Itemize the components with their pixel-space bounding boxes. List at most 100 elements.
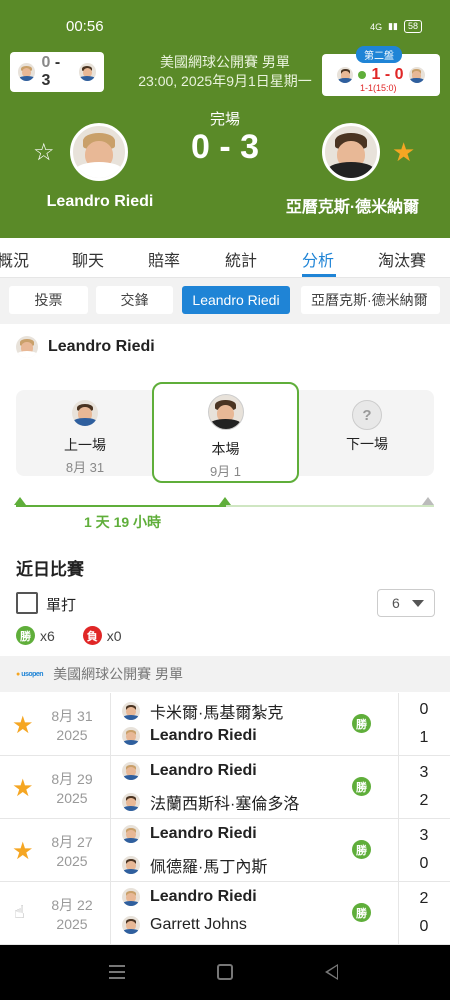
opponent-avatar	[72, 400, 98, 426]
focus-player-name: Leandro Riedi	[48, 338, 155, 355]
timeline-prev[interactable]: 上一場 8月 31	[40, 400, 130, 476]
timeline-marker-icon	[422, 497, 434, 505]
system-nav-bar	[0, 945, 450, 1000]
win-badge-icon: 勝	[352, 903, 371, 922]
tab-stats[interactable]: 統計	[225, 247, 257, 271]
timeline-prev-date: 8月 31	[65, 460, 105, 475]
match-player-2: 法蘭西斯科·塞倫多洛	[122, 790, 299, 814]
active-tab-indicator	[302, 274, 336, 277]
timeline-prev-label: 上一場	[64, 437, 106, 453]
timeline-current-label: 本場	[211, 441, 240, 457]
signal-bars-icon: ▮▮	[388, 21, 398, 31]
match-row[interactable]: ★ 8月 27 2025 Leandro Riedi 佩德羅·馬丁內斯 勝 3 …	[0, 819, 450, 882]
set-badge: 第二盤	[356, 46, 402, 63]
singles-label[interactable]: 單打	[46, 594, 76, 615]
timeline-marker-icon	[219, 497, 231, 505]
match-player-2: Leandro Riedi	[122, 727, 257, 745]
tab-analysis[interactable]: 分析	[302, 247, 334, 271]
match-score-2: 0	[419, 918, 429, 935]
match-score-1: 3	[419, 764, 429, 781]
loss-badge-icon: 負	[82, 626, 102, 645]
timeline-marker-icon	[14, 497, 26, 505]
game-score: 1-1(15:0)	[360, 83, 397, 93]
match-score-1: 2	[419, 890, 429, 907]
loss-count: x0	[106, 627, 122, 644]
win-badge-icon: 勝	[16, 626, 35, 645]
match-player-1: 卡米爾·馬基爾紮克	[122, 699, 283, 723]
timeline-track-elapsed	[16, 505, 226, 507]
match-date: 8月 27 2025	[51, 834, 93, 869]
focus-player-header: Leandro Riedi	[16, 336, 155, 358]
league-header[interactable]: ● usopen 美國網球公開賽 男單	[0, 656, 450, 692]
chevron-down-icon	[412, 599, 424, 607]
match-date: 8月 22 2025	[51, 897, 93, 932]
home-icon[interactable]	[217, 964, 233, 980]
player-avatar	[408, 67, 425, 83]
match-player-2: Garrett Johns	[122, 916, 247, 934]
tab-overview[interactable]: 概況	[0, 247, 29, 271]
subtab-vote[interactable]: 投票	[9, 286, 88, 314]
win-loss-summary: 勝 x6 負 x0	[16, 626, 122, 645]
match-player-1: Leandro Riedi	[122, 888, 257, 906]
live-set-card[interactable]: 第二盤 1 - 0 1-1(15:0)	[322, 46, 440, 96]
league-name: 美國網球公開賽 男單	[53, 666, 183, 682]
subtab-away-player[interactable]: 亞曆克斯·德米納爾	[301, 286, 440, 314]
tournament-info: 美國網球公開賽 男單 23:00, 2025年9月1日星期一	[120, 53, 330, 91]
back-icon[interactable]	[325, 964, 338, 980]
timeline-current-date: 9月 1	[209, 464, 242, 479]
away-player-name[interactable]: 亞曆克斯·德米納爾	[270, 193, 435, 217]
tab-odds[interactable]: 賠率	[148, 247, 180, 271]
timeline-current[interactable]: 本場 9月 1	[152, 382, 299, 483]
win-badge-icon: 勝	[352, 714, 371, 733]
match-score-2: 0	[419, 855, 429, 872]
battery-icon: 58	[403, 20, 422, 33]
player-avatar	[18, 63, 36, 81]
timeline-next-label: 下一場	[346, 436, 388, 452]
menu-icon[interactable]	[109, 965, 125, 979]
singles-checkbox[interactable]	[16, 592, 38, 614]
timeline-next[interactable]: ? 下一場	[322, 400, 412, 454]
status-icons: 4G ▮▮ 58	[370, 20, 422, 33]
hand-icon: ☝	[14, 902, 25, 922]
star-outline-icon[interactable]: ☆	[33, 138, 55, 167]
away-player-avatar[interactable]	[322, 123, 380, 181]
serve-indicator-icon	[358, 71, 367, 79]
status-time: 00:56	[66, 18, 104, 35]
set-score: 1 - 0	[371, 66, 404, 83]
match-row[interactable]: ☝ 8月 22 2025 Leandro Riedi Garrett Johns…	[0, 882, 450, 945]
player-avatar	[122, 702, 140, 720]
player-avatar	[122, 825, 140, 843]
match-date: 8月 29 2025	[51, 771, 93, 806]
win-badge-icon: 勝	[352, 777, 371, 796]
match-status: 完場	[209, 111, 240, 128]
subtab-home-player[interactable]: Leandro Riedi	[182, 286, 290, 314]
match-score: 0 - 3	[190, 128, 260, 166]
tab-knockout[interactable]: 淘汰賽	[378, 247, 426, 271]
player-avatar	[122, 916, 140, 934]
match-player-2: 佩德羅·馬丁內斯	[122, 853, 267, 877]
star-icon[interactable]: ★	[12, 837, 34, 866]
star-filled-icon[interactable]: ★	[392, 137, 415, 168]
player-avatar	[16, 336, 38, 358]
home-player-avatar[interactable]	[70, 123, 128, 181]
star-icon[interactable]: ★	[12, 774, 34, 803]
star-icon[interactable]: ★	[12, 711, 34, 740]
status-bar: 00:56 4G ▮▮ 58	[0, 18, 450, 40]
match-score-2: 1	[419, 729, 429, 746]
player-avatar	[122, 856, 140, 874]
player-avatar	[122, 888, 140, 906]
mini-score-card[interactable]: 0 - 3	[10, 52, 104, 92]
match-row[interactable]: ★ 8月 29 2025 Leandro Riedi 法蘭西斯科·塞倫多洛 勝 …	[0, 756, 450, 819]
match-datetime: 23:00, 2025年9月1日星期一	[138, 73, 312, 89]
match-count-value: 6	[392, 595, 400, 611]
match-count-select[interactable]: 6	[377, 589, 435, 617]
win-count: x6	[40, 627, 55, 644]
home-player-name[interactable]: Leandro Riedi	[30, 193, 170, 211]
tab-chat[interactable]: 聊天	[72, 247, 104, 271]
match-row[interactable]: ★ 8月 31 2025 卡米爾·馬基爾紮克 Leandro Riedi 勝 0…	[0, 693, 450, 756]
recent-matches-title: 近日比賽	[16, 560, 84, 579]
subtab-h2h[interactable]: 交鋒	[96, 286, 173, 314]
player-avatar	[122, 762, 140, 780]
opponent-avatar	[207, 394, 244, 430]
tournament-name: 美國網球公開賽 男單	[160, 54, 290, 70]
